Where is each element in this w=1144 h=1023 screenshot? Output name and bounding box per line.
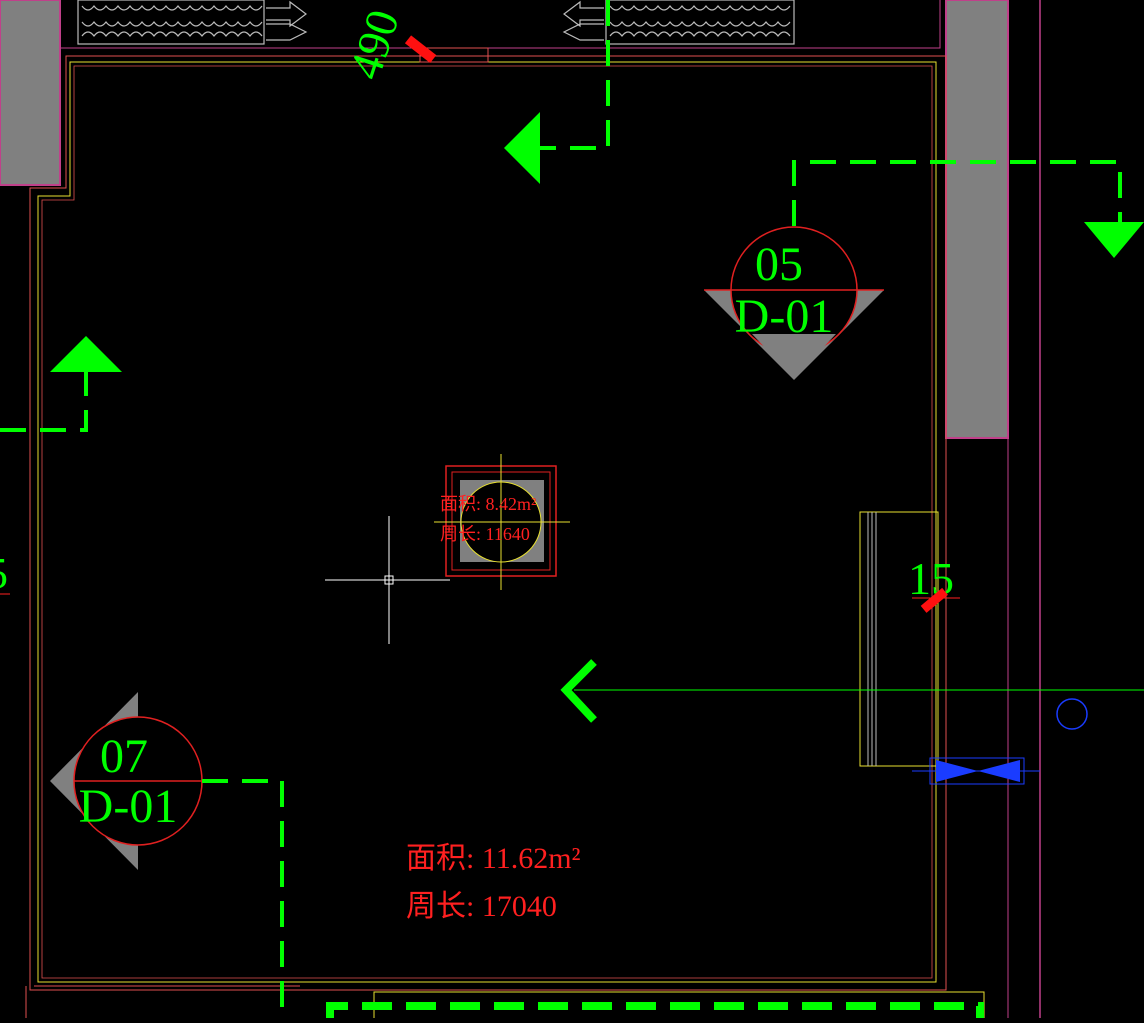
marker-number: 07 bbox=[100, 730, 148, 783]
blue-circle-marker[interactable] bbox=[1056, 698, 1088, 730]
gray-wall-right bbox=[945, 0, 1009, 439]
radiator-left bbox=[77, 0, 308, 45]
cad-drawing-canvas[interactable]: 490 5 05 D-01 07 D-01 面积: 8.42m² 周长: 116… bbox=[0, 0, 1144, 1023]
dimension-tick-mark bbox=[404, 35, 437, 64]
section-callout-line-left bbox=[0, 370, 88, 432]
top-dimension-label: 490 bbox=[339, 4, 409, 85]
crosshair-cursor bbox=[325, 516, 450, 644]
section-arrow-up-icon[interactable] bbox=[50, 336, 122, 372]
chevron-left-icon[interactable] bbox=[560, 659, 597, 723]
marker-sheet: D-01 bbox=[735, 290, 834, 343]
bottom-dashed-wall bbox=[326, 1002, 984, 1018]
central-column[interactable]: 面积: 8.42m² 周长: 11640 bbox=[434, 454, 570, 590]
door-frame-right[interactable] bbox=[859, 511, 939, 767]
marker-sheet: D-01 bbox=[79, 780, 178, 833]
radiator-right bbox=[562, 0, 795, 45]
elevation-marker-05[interactable]: 05 D-01 bbox=[704, 226, 884, 380]
section-arrow-left-icon[interactable] bbox=[504, 112, 540, 184]
main-perimeter-text: 周长: 17040 bbox=[406, 890, 557, 923]
elevation-marker-07[interactable]: 07 D-01 bbox=[50, 692, 203, 870]
marker-number: 05 bbox=[755, 238, 803, 291]
section-arrow-down-icon[interactable] bbox=[1084, 222, 1144, 258]
side-dimension-label: 15 bbox=[908, 553, 954, 604]
main-area-text: 面积: 11.62m² bbox=[406, 842, 581, 875]
small-area-text: 面积: 8.42m² bbox=[440, 494, 536, 514]
left-dimension-partial: 5 bbox=[0, 549, 8, 598]
blue-valve-symbol[interactable] bbox=[912, 757, 1040, 785]
small-perimeter-text: 周长: 11640 bbox=[440, 524, 530, 544]
gray-column-top-left bbox=[0, 0, 61, 186]
